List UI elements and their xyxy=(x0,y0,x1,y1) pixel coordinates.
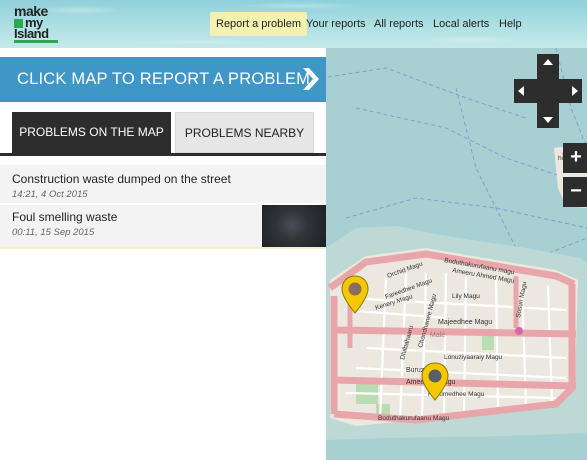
list-item[interactable]: Foul smelling waste 00:11, 15 Sep 2015 xyxy=(0,205,326,247)
nav-all-reports[interactable]: All reports xyxy=(368,12,430,36)
chevron-right-icon xyxy=(303,68,319,90)
nav-report-problem[interactable]: Report a problem xyxy=(210,12,307,36)
label-male: Malé xyxy=(430,332,445,339)
nav-help[interactable]: Help xyxy=(493,12,528,36)
list-item[interactable]: Construction waste dumped on the street … xyxy=(0,165,326,203)
report-title: Foul smelling waste xyxy=(12,210,118,224)
list-divider xyxy=(0,247,326,249)
nav-your-reports[interactable]: Your reports xyxy=(300,12,372,36)
label-lily: Lily Magu xyxy=(452,293,480,300)
report-pin-icon[interactable] xyxy=(420,362,450,402)
roundabout-marker xyxy=(515,327,523,335)
report-timestamp: 14:21, 4 Oct 2015 xyxy=(12,189,88,200)
tab-problems-on-map[interactable]: PROBLEMS ON THE MAP xyxy=(12,112,171,153)
logo-underline xyxy=(14,40,58,43)
report-photo-thumbnail[interactable] xyxy=(262,205,326,247)
label-majeedhee: Majeedhee Magu xyxy=(438,319,492,326)
site-header: make my Island Report a problem Your rep… xyxy=(0,0,587,48)
zoom-in-button[interactable]: + xyxy=(563,143,587,173)
map-pan-control[interactable] xyxy=(514,54,582,128)
site-logo[interactable]: make my Island xyxy=(14,4,62,44)
banner-label: CLICK MAP TO REPORT A PROBLEM xyxy=(17,70,311,88)
park-area xyxy=(482,334,494,350)
report-pin-icon[interactable] xyxy=(340,275,370,315)
list-tabs: PROBLEMS ON THE MAP PROBLEMS NEARBY xyxy=(0,112,326,156)
label-boduthakurufaanu-bottom: Boduthakurufaanu Magu xyxy=(378,415,450,422)
nav-local-alerts[interactable]: Local alerts xyxy=(427,12,495,36)
report-timestamp: 00:11, 15 Sep 2015 xyxy=(12,227,95,238)
zoom-out-button[interactable]: − xyxy=(563,177,587,207)
logo-line3: Island xyxy=(14,26,49,41)
label-lonuziyaaraiy: Lonuziyaaraiy Magu xyxy=(444,354,503,361)
report-title: Construction waste dumped on the street xyxy=(12,172,231,186)
tab-problems-nearby[interactable]: PROBLEMS NEARBY xyxy=(175,112,314,153)
tabs-underline xyxy=(0,153,326,156)
report-problem-banner[interactable]: CLICK MAP TO REPORT A PROBLEM xyxy=(0,57,333,102)
pan-horizontal-bar xyxy=(514,79,582,103)
